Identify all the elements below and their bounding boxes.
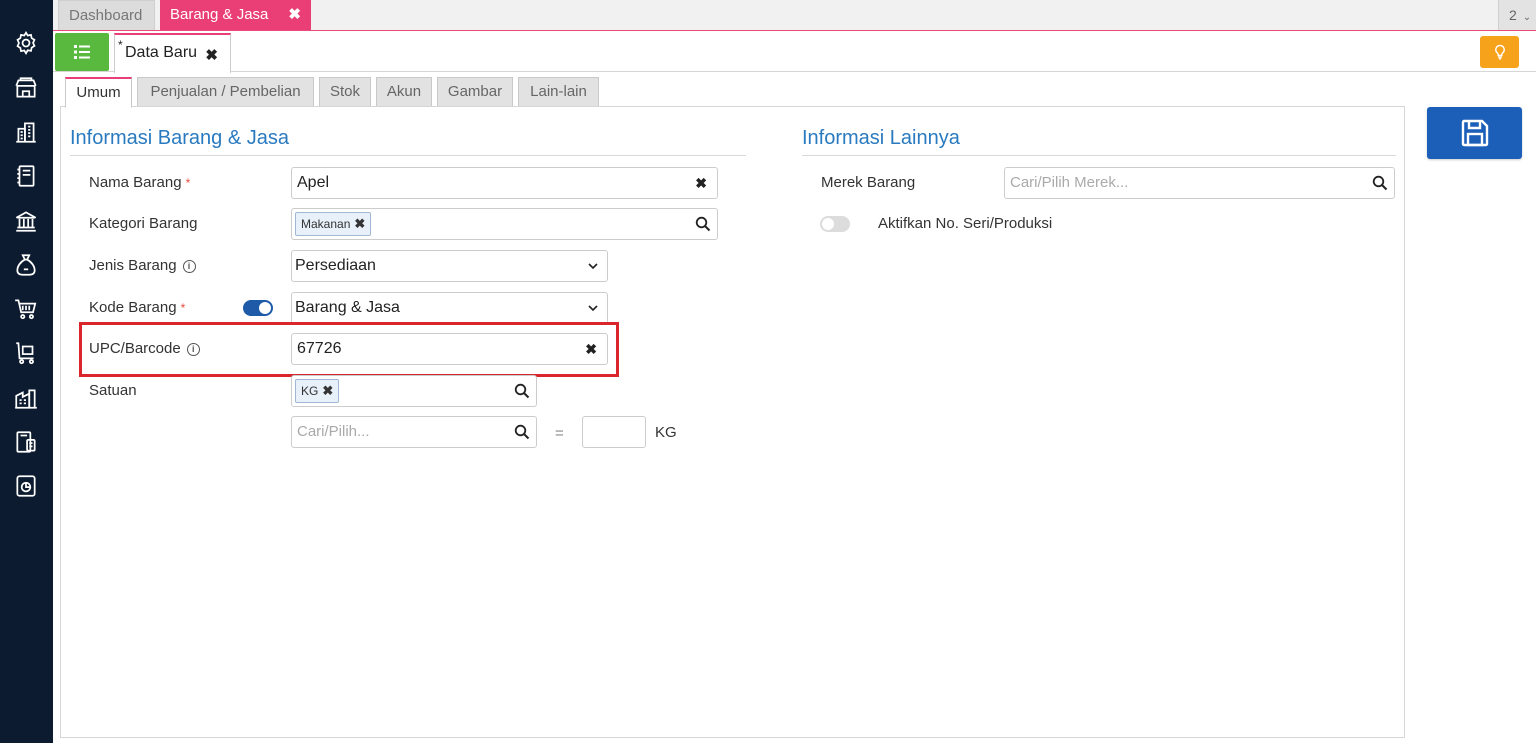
settings-icon[interactable] <box>12 29 40 57</box>
satuan-select[interactable]: KG ✖ <box>291 375 537 407</box>
company-icon[interactable] <box>12 118 40 146</box>
equals-sign: = <box>555 425 564 442</box>
highlight-annotation-box <box>79 322 619 377</box>
section-divider <box>802 155 1396 156</box>
tab-dashboard[interactable]: Dashboard <box>58 0 155 30</box>
section-title-informasi-barang: Informasi Barang & Jasa <box>70 127 289 149</box>
search-icon[interactable] <box>695 216 711 232</box>
kode-barang-label-text: Kode Barang <box>89 299 177 316</box>
seri-produksi-toggle[interactable] <box>820 216 850 232</box>
satuan-chip-label: KG <box>301 384 319 398</box>
tab-akun[interactable]: Akun <box>376 77 432 107</box>
chip-remove-icon[interactable]: ✖ <box>354 216 365 231</box>
satuan-search-input[interactable]: Cari/Pilih... <box>291 416 537 448</box>
tab-barang-jasa-label: Barang & Jasa <box>170 6 269 23</box>
tab-penjualan-pembelian[interactable]: Penjualan / Pembelian <box>137 77 314 107</box>
satuan-chip: KG ✖ <box>295 379 340 403</box>
tab-barang-jasa[interactable]: Barang & Jasa ✖ <box>160 0 311 30</box>
sidebar <box>0 0 53 743</box>
report-icon[interactable] <box>12 472 40 500</box>
lightbulb-icon <box>1494 44 1505 60</box>
tab-stok[interactable]: Stok <box>319 77 371 107</box>
form-panel <box>60 106 1405 738</box>
tab-data-baru-label: Data Baru <box>125 44 198 61</box>
store-icon[interactable] <box>12 74 40 102</box>
close-icon[interactable]: ✖ <box>205 46 218 64</box>
chevron-down-icon <box>588 263 598 270</box>
jenis-barang-value: Persediaan <box>295 257 376 274</box>
nama-barang-label-text: Nama Barang <box>89 174 182 191</box>
conversion-quantity-input[interactable] <box>582 416 646 448</box>
satuan-label: Satuan <box>89 382 137 399</box>
document-tab-bar: * Data Baru ✖ <box>53 31 1536 73</box>
kategori-chip: Makanan ✖ <box>295 212 372 236</box>
tax-icon[interactable] <box>12 428 40 456</box>
save-button[interactable] <box>1427 107 1522 159</box>
close-tab-icon[interactable]: ✖ <box>288 0 301 30</box>
list-icon <box>74 45 90 59</box>
section-title-informasi-lainnya: Informasi Lainnya <box>802 127 960 149</box>
nama-barang-value: Apel <box>297 174 330 191</box>
jenis-barang-select[interactable]: Persediaan <box>291 250 608 282</box>
kode-barang-value: Barang & Jasa <box>295 299 400 316</box>
list-button[interactable] <box>55 33 109 71</box>
ledger-icon[interactable] <box>12 162 40 190</box>
nama-barang-label: Nama Barang * <box>89 174 190 191</box>
bank-icon[interactable] <box>12 207 40 235</box>
jenis-barang-label-text: Jenis Barang <box>89 257 177 274</box>
merek-barang-select[interactable]: Cari/Pilih Merek... <box>1004 167 1395 199</box>
satuan-placeholder: Cari/Pilih... <box>297 423 370 440</box>
chevron-down-icon <box>588 305 598 312</box>
required-marker: * <box>185 176 191 190</box>
kode-barang-select[interactable]: Barang & Jasa <box>291 292 608 324</box>
floppy-disk-icon <box>1461 119 1488 147</box>
merek-placeholder: Cari/Pilih Merek... <box>1010 174 1129 191</box>
seri-produksi-label: Aktifkan No. Seri/Produksi <box>878 215 1053 232</box>
tab-dashboard-label: Dashboard <box>69 7 143 24</box>
tab-umum[interactable]: Umum <box>65 77 132 108</box>
money-bag-icon[interactable] <box>12 251 40 279</box>
tab-data-baru[interactable]: * Data Baru ✖ <box>114 33 231 73</box>
merek-barang-label: Merek Barang <box>821 174 916 191</box>
window-count-dropdown[interactable]: 2 ⌄ <box>1498 0 1536 30</box>
chip-remove-icon[interactable]: ✖ <box>322 383 333 398</box>
chevron-down-icon: ⌄ <box>1522 12 1532 23</box>
window-count: 2 <box>1509 7 1517 23</box>
info-icon[interactable]: i <box>182 260 196 273</box>
jenis-barang-label: Jenis Barang i <box>89 257 196 274</box>
kategori-barang-select[interactable]: Makanan ✖ <box>291 208 718 240</box>
shipping-cart-icon[interactable] <box>12 339 40 367</box>
required-marker: * <box>180 301 186 315</box>
tab-lain-lain[interactable]: Lain-lain <box>518 77 599 107</box>
cart-icon[interactable] <box>12 295 40 323</box>
kategori-chip-label: Makanan <box>301 217 351 231</box>
clear-icon[interactable]: ✖ <box>695 168 707 198</box>
window-tab-bar: Dashboard Barang & Jasa ✖ 2 ⌄ <box>53 0 1536 31</box>
tips-button[interactable] <box>1480 36 1519 68</box>
section-divider <box>70 155 746 156</box>
search-icon[interactable] <box>1372 175 1388 191</box>
kode-barang-auto-toggle[interactable] <box>243 300 273 316</box>
search-icon[interactable] <box>514 383 530 399</box>
kode-barang-label: Kode Barang * <box>89 299 185 316</box>
modified-marker: * <box>118 38 123 52</box>
kategori-barang-label: Kategori Barang <box>89 215 198 232</box>
warehouse-icon[interactable] <box>12 384 40 412</box>
nama-barang-input[interactable]: Apel ✖ <box>291 167 718 199</box>
tab-gambar[interactable]: Gambar <box>437 77 513 107</box>
unit-label: KG <box>655 424 677 441</box>
search-icon[interactable] <box>514 424 530 440</box>
